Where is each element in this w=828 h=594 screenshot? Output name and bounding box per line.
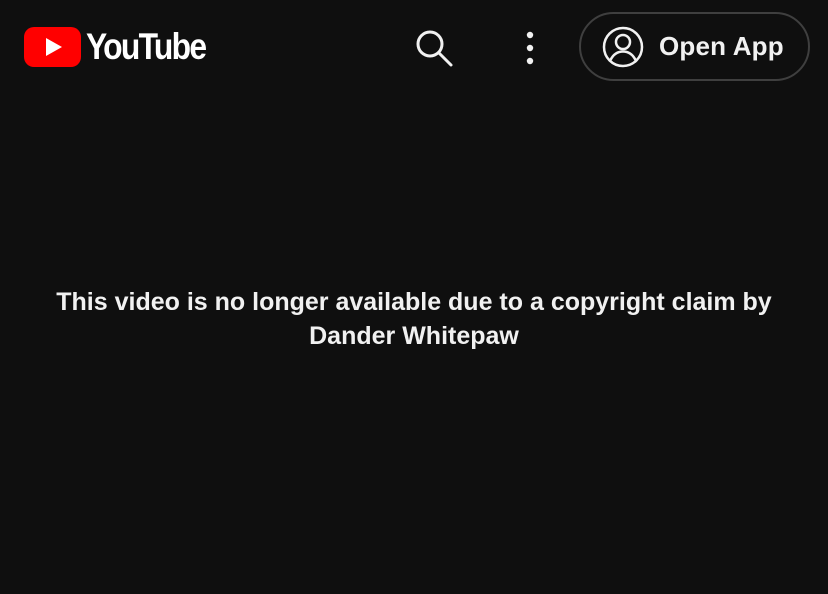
more-vert-icon [526, 31, 534, 65]
account-circle-icon [602, 26, 644, 68]
search-button[interactable] [410, 24, 458, 72]
copyright-claim-message: This video is no longer available due to… [56, 288, 772, 350]
open-app-button[interactable]: Open App [579, 12, 810, 81]
search-icon [416, 30, 453, 67]
top-app-bar: YouTube Open App [0, 0, 828, 94]
logo-wordmark: YouTube [86, 26, 207, 67]
youtube-play-icon [24, 27, 81, 67]
more-options-button[interactable] [508, 24, 552, 72]
open-app-label: Open App [659, 31, 784, 61]
youtube-logo[interactable]: YouTube [24, 27, 225, 67]
